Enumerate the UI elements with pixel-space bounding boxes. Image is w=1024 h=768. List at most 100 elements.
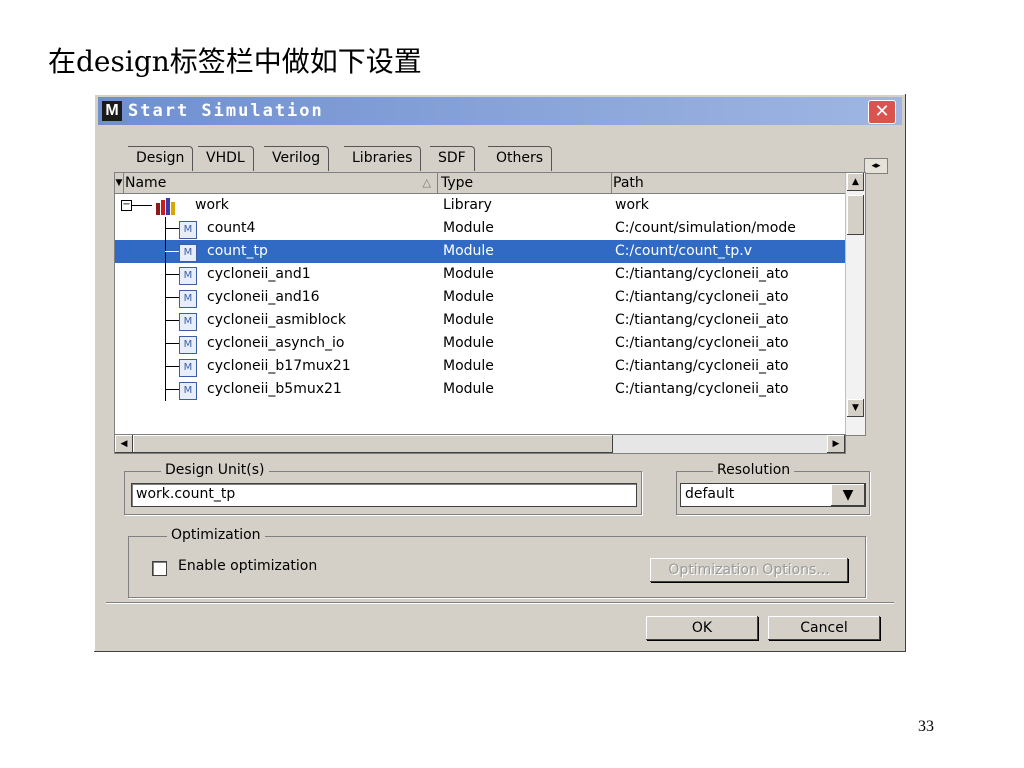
module-type: Module (443, 289, 494, 305)
module-name: cycloneii_b17mux21 (207, 358, 351, 374)
close-button[interactable]: ✕ (868, 100, 896, 124)
module-icon: M (179, 359, 197, 377)
module-path: C:/count/simulation/mode (615, 220, 796, 236)
scroll-left-icon[interactable]: ◀ (115, 435, 133, 453)
tree-connector (165, 343, 179, 344)
tree-row-module[interactable]: Mcount4 Module C:/count/simulation/mode (115, 217, 845, 240)
scroll-down-icon[interactable]: ▼ (847, 399, 864, 417)
module-name: count_tp (207, 243, 268, 259)
module-path: C:/tiantang/cycloneii_ato (615, 312, 789, 328)
tree-row-library[interactable]: − work Library work (115, 194, 845, 217)
tab-sdf[interactable]: SDF (430, 146, 475, 171)
tree-connector (165, 320, 179, 321)
design-unit-label: Design Unit(s) (161, 462, 269, 478)
dialog-title: Start Simulation (128, 101, 324, 121)
column-header-path[interactable]: Path (613, 173, 845, 193)
module-type: Module (443, 335, 494, 351)
module-name: cycloneii_asmiblock (207, 312, 346, 328)
tree-row-module[interactable]: Mcycloneii_asmiblock Module C:/tiantang/cy… (115, 309, 845, 332)
scroll-right-icon[interactable]: ▶ (827, 435, 845, 453)
title-bar: M Start Simulation ✕ (98, 97, 902, 125)
tree-row-module[interactable]: Mcycloneii_b17mux21 Module C:/tiantang/cyc… (115, 355, 845, 378)
horizontal-scroll-thumb[interactable] (133, 435, 613, 453)
tree-connector (165, 366, 179, 367)
module-icon: M (179, 313, 197, 331)
tree-connector (165, 297, 179, 298)
tab-others[interactable]: Others (488, 146, 553, 171)
module-icon: M (179, 290, 197, 308)
page-number: 33 (918, 718, 934, 735)
module-type: Module (443, 266, 494, 282)
tree-row-module[interactable]: Mcycloneii_b5mux21 Module C:/tiantang/cycl… (115, 378, 845, 401)
sort-ascending-icon: △ (422, 176, 431, 189)
column-header: ▼ Name △ Type Path (115, 173, 845, 194)
module-type: Module (443, 220, 494, 236)
column-name-label: Name (125, 175, 167, 191)
ok-button[interactable]: OK (646, 616, 758, 640)
tab-verilog[interactable]: Verilog (264, 146, 330, 171)
cancel-button[interactable]: Cancel (768, 616, 880, 640)
module-type: Module (443, 312, 494, 328)
module-type: Module (443, 243, 494, 259)
module-path: C:/count/count_tp.v (615, 243, 753, 259)
enable-optimization-checkbox[interactable] (152, 561, 167, 576)
design-unit-input[interactable]: work.count_tp (131, 483, 637, 507)
library-name: work (195, 197, 229, 213)
start-simulation-dialog: M Start Simulation ✕ Design VHDL Verilog… (94, 94, 906, 652)
library-type: Library (443, 197, 492, 213)
enable-optimization-label: Enable optimization (178, 558, 318, 574)
column-header-type[interactable]: Type (441, 173, 612, 193)
slide-title: 在design标签栏中做如下设置 (48, 45, 422, 78)
column-path-label: Path (613, 175, 644, 191)
design-tree-panel: ▼ Name △ Type Path − work Library work M… (114, 172, 866, 436)
module-path: C:/tiantang/cycloneii_ato (615, 381, 789, 397)
module-name: cycloneii_b5mux21 (207, 381, 342, 397)
tree-row-module[interactable]: Mcycloneii_and16 Module C:/tiantang/cyclon… (115, 286, 845, 309)
module-icon: M (179, 244, 197, 262)
module-path: C:/tiantang/cycloneii_ato (615, 335, 789, 351)
module-name: cycloneii_and16 (207, 289, 320, 305)
module-path: C:/tiantang/cycloneii_ato (615, 289, 789, 305)
column-menu-icon[interactable]: ▼ (115, 173, 124, 193)
optimization-label: Optimization (167, 527, 265, 543)
tree-connector (165, 389, 179, 390)
scroll-up-icon[interactable]: ▲ (847, 173, 864, 191)
collapse-icon[interactable]: − (121, 200, 132, 211)
module-type: Module (443, 358, 494, 374)
horizontal-scrollbar[interactable]: ◀ ▶ (114, 434, 846, 454)
tab-libraries[interactable]: Libraries (344, 146, 422, 171)
tree-row-module[interactable]: Mcount_tp Module C:/count/count_tp.v (115, 240, 845, 263)
tab-vhdl[interactable]: VHDL (198, 146, 254, 171)
module-icon: M (179, 336, 197, 354)
tree-row-module[interactable]: Mcycloneii_asynch_io Module C:/tiantang/cy… (115, 332, 845, 355)
tree-connector (165, 274, 179, 275)
module-icon: M (179, 267, 197, 285)
modelsim-logo-icon: M (102, 101, 122, 121)
library-path: work (615, 197, 649, 213)
tab-design[interactable]: Design (128, 146, 194, 171)
tree-connector (165, 251, 179, 252)
module-path: C:/tiantang/cycloneii_ato (615, 358, 789, 374)
vertical-scrollbar[interactable]: ▲ ▼ (845, 173, 865, 435)
resolution-select[interactable]: default ▼ (680, 483, 866, 507)
library-icon (156, 198, 175, 215)
optimization-options-button[interactable]: Optimization Options... (650, 558, 848, 582)
column-type-label: Type (441, 175, 474, 191)
module-icon: M (179, 382, 197, 400)
module-name: cycloneii_and1 (207, 266, 311, 282)
vertical-scroll-thumb[interactable] (847, 195, 864, 235)
module-type: Module (443, 381, 494, 397)
footer-divider (106, 602, 894, 604)
resolution-value: default (685, 486, 735, 502)
tree-row-module[interactable]: Mcycloneii_and1 Module C:/tiantang/cyclone… (115, 263, 845, 286)
module-name: count4 (207, 220, 256, 236)
tree-connector (132, 205, 152, 206)
tree-connector (165, 228, 179, 229)
dropdown-arrow-icon[interactable]: ▼ (831, 484, 865, 506)
module-icon: M (179, 221, 197, 239)
module-path: C:/tiantang/cycloneii_ato (615, 266, 789, 282)
column-header-name[interactable]: Name △ (125, 173, 438, 193)
resolution-label: Resolution (713, 462, 795, 478)
module-name: cycloneii_asynch_io (207, 335, 345, 351)
tab-scroll-arrows-icon[interactable]: ◂▸ (864, 158, 888, 174)
